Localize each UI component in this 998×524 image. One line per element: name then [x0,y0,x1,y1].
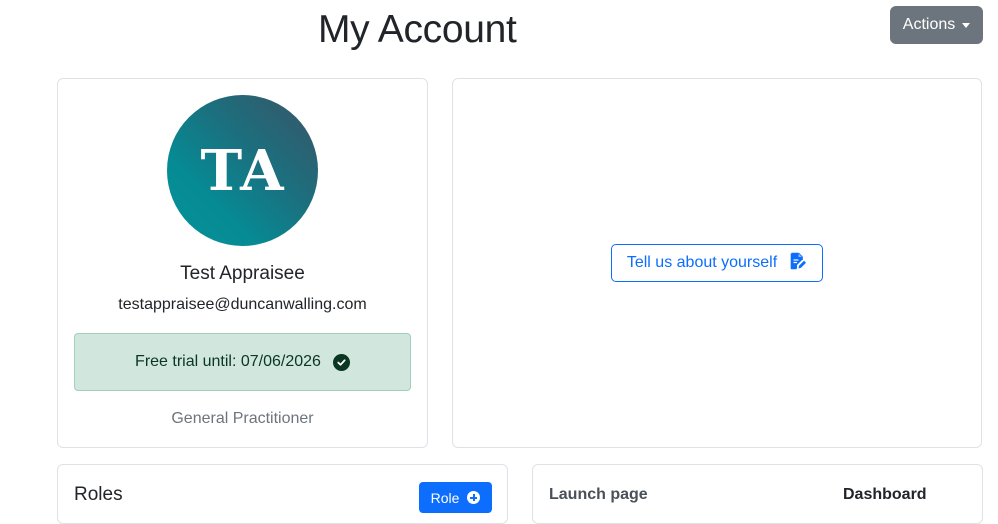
user-email: testappraisee@duncanwalling.com [118,296,367,313]
add-role-label: Role [430,489,460,506]
trial-status-alert: Free trial until: 07/06/2026 [74,333,411,391]
launch-page-value[interactable]: Dashboard [843,486,927,504]
launch-page-label: Launch page [549,486,648,503]
roles-card: Roles Role [57,464,508,524]
page-title: My Account [318,8,517,51]
profile-card: TA Test Appraisee testappraisee@duncanwa… [57,78,428,448]
roles-title: Roles [74,484,123,505]
avatar: TA [167,95,318,246]
trial-text: Free trial until: 07/06/2026 [135,353,321,370]
plus-circle-icon [467,491,481,504]
tell-us-label: Tell us about yourself [626,254,778,271]
check-circle-icon [332,353,350,371]
avatar-initials: TA [200,137,285,204]
file-pen-icon [789,252,807,275]
actions-label: Actions [902,16,956,33]
launch-page-card: Launch page Dashboard [532,464,983,524]
actions-dropdown-button[interactable]: Actions [890,6,983,44]
add-role-button[interactable]: Role [419,482,492,513]
caret-down-icon [962,23,971,28]
about-card: Tell us about yourself [452,78,982,448]
user-name: Test Appraisee [180,263,305,284]
tell-us-about-yourself-button[interactable]: Tell us about yourself [611,244,823,282]
profession-label: General Practitioner [171,410,314,427]
